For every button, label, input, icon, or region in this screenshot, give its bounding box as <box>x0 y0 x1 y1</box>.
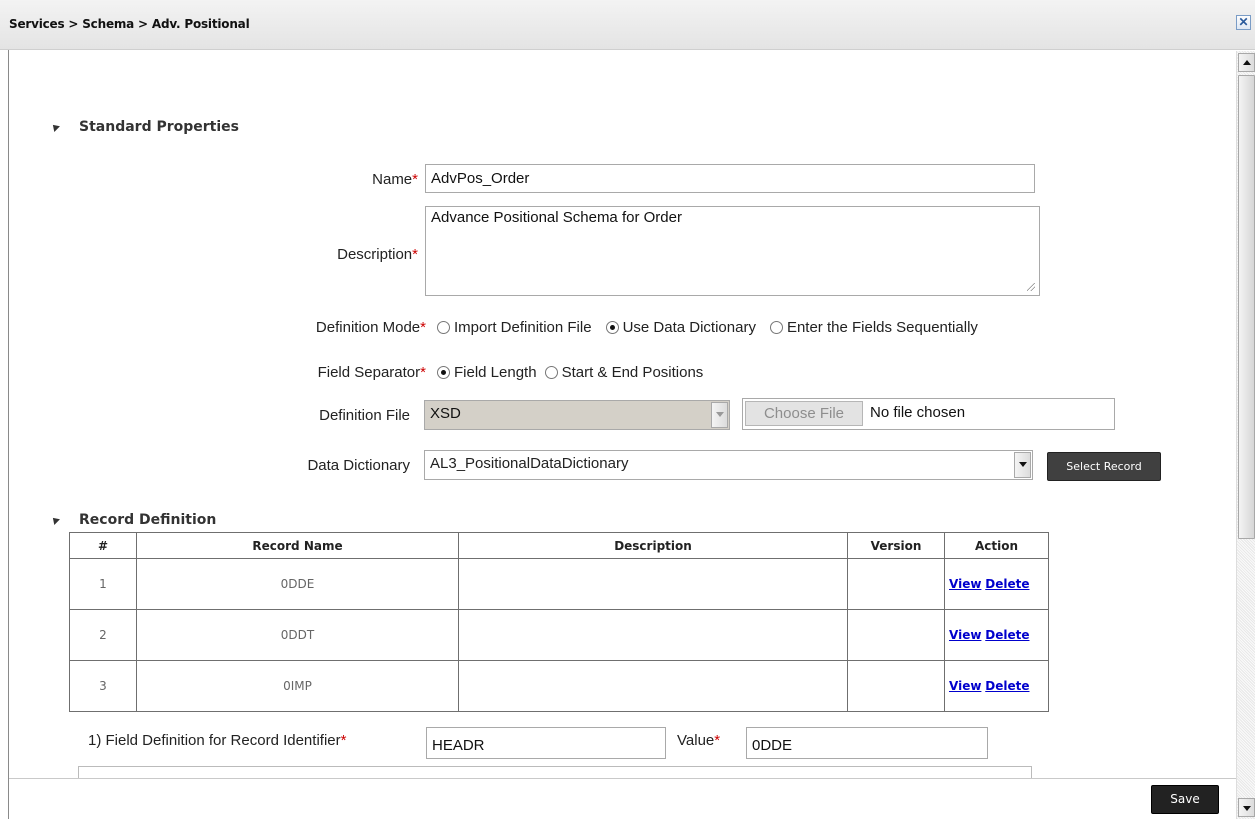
no-file-chosen-text: No file chosen <box>870 404 966 421</box>
field-separator-label: Field Separator* <box>317 364 426 381</box>
delete-link[interactable]: Delete <box>985 679 1029 693</box>
chevron-down-icon[interactable] <box>711 402 728 428</box>
record-identifier-input[interactable] <box>426 727 666 759</box>
scroll-down-icon[interactable] <box>1238 798 1255 817</box>
description-textarea[interactable]: Advance Positional Schema for Order <box>425 206 1040 296</box>
radio-start-end-positions[interactable]: Start & End Positions <box>544 364 703 381</box>
description-cell <box>458 609 848 661</box>
name-input[interactable] <box>425 164 1035 193</box>
scroll-up-icon[interactable] <box>1238 53 1255 72</box>
record-name-cell: 0DDT <box>136 609 459 661</box>
action-cell: View Delete <box>944 660 1049 712</box>
row-number: 1 <box>69 558 137 610</box>
column-header: Record Name <box>136 532 459 559</box>
radio-icon[interactable] <box>769 321 783 334</box>
column-header: Version <box>847 532 945 559</box>
radio-use-data-dictionary[interactable]: Use Data Dictionary <box>605 319 756 336</box>
collapse-triangle-icon[interactable] <box>50 515 60 525</box>
value-label: Value* <box>677 732 721 749</box>
record-name-cell: 0IMP <box>136 660 459 712</box>
definition-file-type-select[interactable]: XSD <box>424 400 730 430</box>
radio-icon[interactable] <box>437 321 450 334</box>
description-label: Description* <box>337 246 418 263</box>
description-cell <box>458 660 848 712</box>
view-link[interactable]: View <box>949 577 981 591</box>
action-cell: View Delete <box>944 558 1049 610</box>
radio-import-definition-file[interactable]: Import Definition File <box>437 319 592 336</box>
collapse-triangle-icon[interactable] <box>50 122 60 132</box>
field-definition-table-partial <box>78 766 1032 778</box>
table-header-row: # Record Name Description Version Action <box>69 532 1049 559</box>
description-cell <box>458 558 848 610</box>
definition-file-label: Definition File <box>319 407 410 424</box>
name-label: Name* <box>372 171 418 188</box>
field-separator-radio-group: Field Length Start & End Positions <box>437 364 717 381</box>
choose-file-button[interactable]: Choose File <box>745 401 863 426</box>
action-cell: View Delete <box>944 609 1049 661</box>
scrollbar-thumb[interactable] <box>1238 75 1255 539</box>
save-button[interactable]: Save <box>1151 785 1219 814</box>
resize-grip-icon[interactable] <box>1027 283 1035 291</box>
dialog-titlebar: Services > Schema > Adv. Positional ✕ <box>0 0 1255 50</box>
chevron-down-icon[interactable] <box>1014 452 1031 478</box>
field-definition-label: 1) Field Definition for Record Identifie… <box>88 732 347 749</box>
dialog-footer <box>9 778 1236 819</box>
version-cell <box>847 609 945 661</box>
definition-file-picker: Choose File No file chosen <box>742 398 1115 430</box>
record-definition-table: # Record Name Description Version Action… <box>69 532 1049 712</box>
view-link[interactable]: View <box>949 679 981 693</box>
vertical-scrollbar[interactable] <box>1236 51 1255 819</box>
data-dictionary-select[interactable]: AL3_PositionalDataDictionary <box>424 450 1033 480</box>
radio-enter-fields-sequentially[interactable]: Enter the Fields Sequentially <box>769 319 978 336</box>
column-header: Action <box>944 532 1049 559</box>
view-link[interactable]: View <box>949 628 981 642</box>
breadcrumb: Services > Schema > Adv. Positional <box>9 17 250 31</box>
section-record-definition[interactable]: Record Definition <box>79 512 216 528</box>
delete-link[interactable]: Delete <box>985 628 1029 642</box>
record-name-cell: 0DDE <box>136 558 459 610</box>
record-value-input[interactable] <box>746 727 988 759</box>
delete-link[interactable]: Delete <box>985 577 1029 591</box>
column-header: # <box>69 532 137 559</box>
select-record-button[interactable]: Select Record <box>1047 452 1161 481</box>
radio-icon[interactable] <box>544 366 558 379</box>
radio-field-length[interactable]: Field Length <box>437 364 537 381</box>
version-cell <box>847 660 945 712</box>
definition-mode-label: Definition Mode* <box>315 319 426 336</box>
version-cell <box>847 558 945 610</box>
section-standard-properties[interactable]: Standard Properties <box>79 119 239 135</box>
table-row: 2 0DDT View Delete <box>69 609 1049 661</box>
radio-selected-icon[interactable] <box>605 321 619 334</box>
column-header: Description <box>458 532 848 559</box>
table-row: 1 0DDE View Delete <box>69 558 1049 610</box>
radio-selected-icon[interactable] <box>437 366 450 379</box>
close-icon[interactable]: ✕ <box>1236 15 1251 30</box>
definition-mode-radio-group: Import Definition File Use Data Dictiona… <box>437 319 992 336</box>
row-number: 2 <box>69 609 137 661</box>
table-row: 3 0IMP View Delete <box>69 660 1049 712</box>
row-number: 3 <box>69 660 137 712</box>
dialog-left-border <box>8 50 9 819</box>
data-dictionary-label: Data Dictionary <box>307 457 410 474</box>
